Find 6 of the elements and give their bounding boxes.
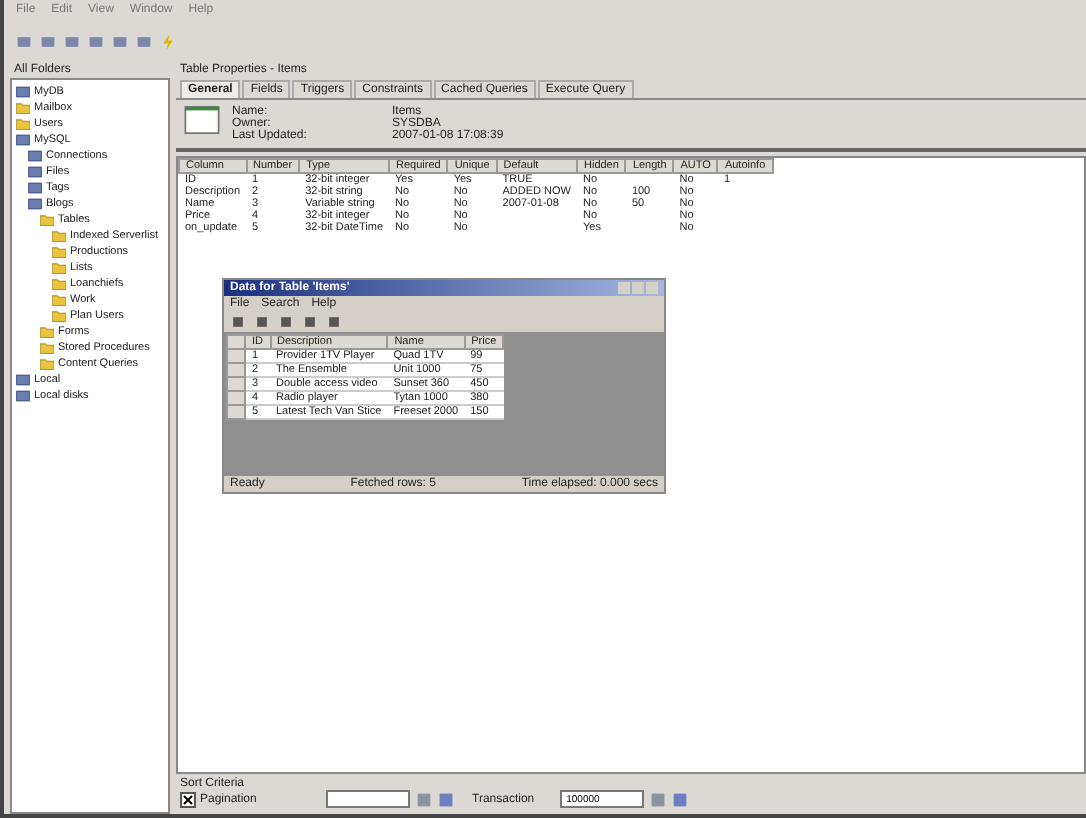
database-icon [16, 86, 30, 98]
check-mark-icon [182, 793, 194, 805]
table-icon [184, 106, 220, 134]
input-field[interactable] [326, 790, 410, 808]
lightning-icon[interactable] [160, 34, 176, 50]
window-controls-icon[interactable] [618, 282, 658, 294]
